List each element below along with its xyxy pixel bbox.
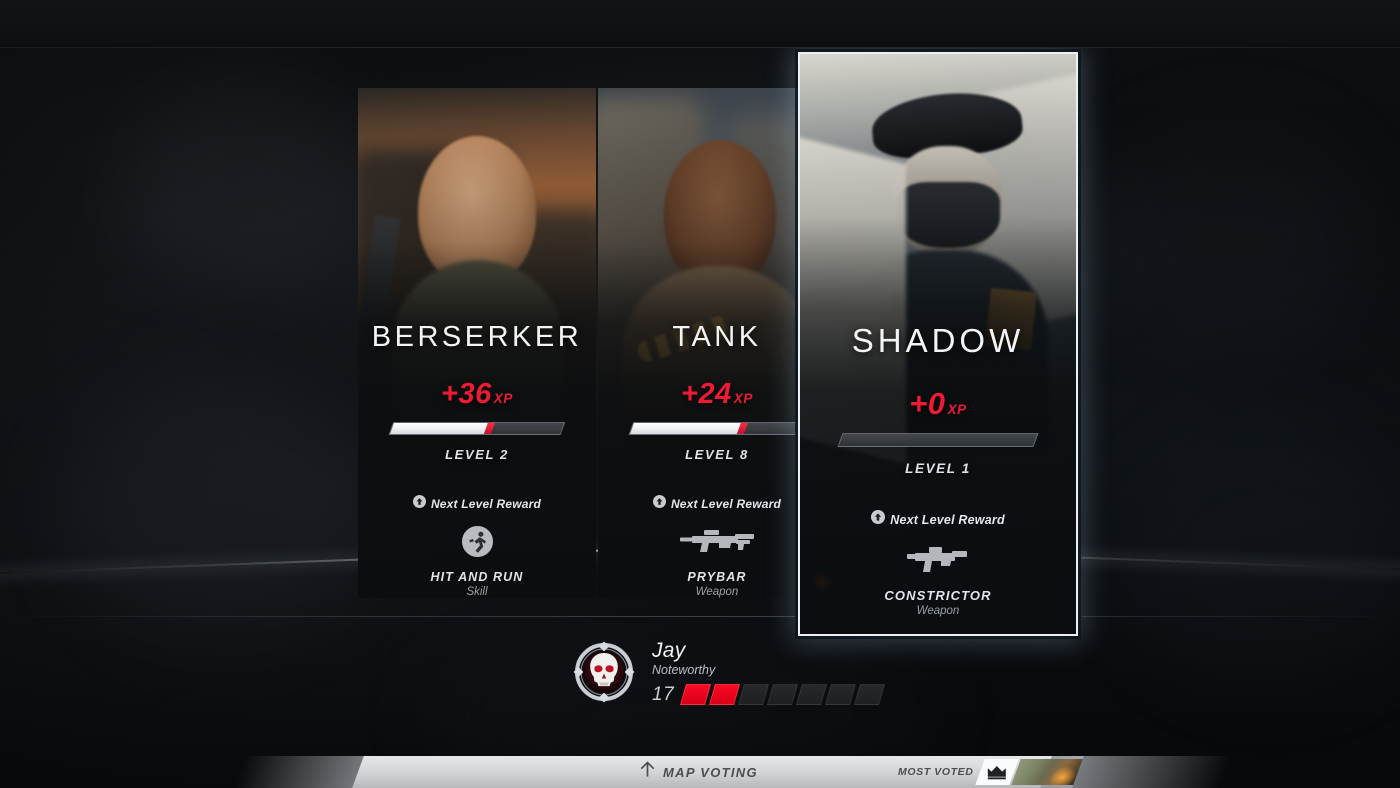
map-voting-button[interactable]: MAP VOTING — [640, 756, 758, 788]
card-shadow-xp-value: +0 — [909, 386, 946, 421]
rank-pip — [738, 684, 770, 705]
map-voting-label: MAP VOTING — [663, 764, 758, 780]
progress-fill — [390, 423, 488, 434]
arrow-up-icon — [640, 761, 655, 783]
card-shadow-reward-header: Next Level Reward — [871, 510, 1005, 529]
card-berserker-reward-type: Skill — [466, 586, 488, 598]
skill-running-figure-icon — [461, 525, 494, 559]
rank-pip — [709, 684, 741, 705]
card-tank-reward-header: Next Level Reward — [652, 494, 782, 513]
player-rank-title: Noteworthy — [652, 663, 716, 677]
card-tank-progress-bar — [628, 422, 806, 435]
rank-pip — [680, 684, 712, 705]
card-tank-xp-unit: XP — [733, 391, 753, 406]
card-berserker-reward-name: HIT AND RUN — [430, 570, 524, 584]
card-tank-reward-label: Next Level Reward — [670, 496, 782, 511]
card-shadow-reward-label: Next Level Reward — [890, 512, 1005, 527]
player-rank-pips — [680, 684, 886, 705]
progress-fill — [838, 434, 844, 446]
map-thumbnail — [1011, 759, 1084, 785]
card-shadow-reward-name: CONSTRICTOR — [884, 588, 992, 603]
card-berserker[interactable]: BERSERKER +36 XP LEVEL 2 Next Level Rewar… — [358, 88, 596, 598]
arrow-up-circle-icon — [412, 494, 426, 513]
rank-pip — [825, 684, 857, 705]
player-rank-number: 17 — [652, 683, 675, 705]
card-berserker-name: BERSERKER — [371, 321, 583, 353]
card-shadow-name: SHADOW — [851, 322, 1025, 359]
card-tank-level: LEVEL 8 — [685, 446, 749, 462]
top-bar-underline — [0, 47, 1400, 48]
player-info: Jay Noteworthy 17 — [572, 628, 886, 716]
card-berserker-reward-header: Next Level Reward — [412, 494, 542, 513]
player-name: Jay — [652, 639, 686, 662]
most-voted-group[interactable]: MOST VOTED — [898, 756, 1084, 788]
card-berserker-reward-label: Next Level Reward — [430, 496, 542, 511]
card-tank-name: TANK — [672, 321, 762, 353]
card-shadow-xp-unit: XP — [947, 402, 967, 417]
bottom-bar: MAP VOTING MOST VOTED — [0, 756, 1400, 788]
player-rank-row: 17 — [652, 683, 886, 705]
card-shadow-progress-bar — [837, 433, 1039, 447]
rank-pip — [767, 684, 799, 705]
card-tank-xp: +24 XP — [681, 380, 753, 409]
avatar[interactable] — [572, 640, 636, 704]
card-tank-xp-value: +24 — [681, 378, 732, 410]
card-shadow-xp: +0 XP — [909, 388, 967, 419]
weapon-smg-icon — [905, 541, 971, 577]
card-berserker-progress-bar — [388, 422, 566, 435]
progress-fill — [630, 423, 742, 434]
skull-emblem-icon — [573, 641, 635, 703]
most-voted-label: MOST VOTED — [898, 766, 974, 778]
card-berserker-xp-value: +36 — [441, 378, 492, 410]
card-berserker-xp-unit: XP — [493, 391, 513, 406]
card-tank-reward-type: Weapon — [695, 586, 739, 598]
card-berserker-level: LEVEL 2 — [445, 446, 509, 462]
weapon-rifle-icon — [678, 525, 756, 559]
card-berserker-xp: +36 XP — [441, 380, 513, 409]
card-shadow-reward-type: Weapon — [916, 605, 960, 617]
rank-pip — [854, 684, 886, 705]
top-bar — [0, 0, 1400, 48]
rank-pip — [796, 684, 828, 705]
card-shadow-level: LEVEL 1 — [905, 461, 971, 476]
arrow-up-circle-icon — [871, 510, 886, 529]
card-shadow[interactable]: SHADOW +0 XP LEVEL 1 Next Level Reward C… — [798, 52, 1078, 636]
card-tank-reward-name: PRYBAR — [687, 570, 747, 584]
player-text: Jay Noteworthy 17 — [652, 639, 886, 705]
arrow-up-circle-icon — [652, 494, 666, 513]
